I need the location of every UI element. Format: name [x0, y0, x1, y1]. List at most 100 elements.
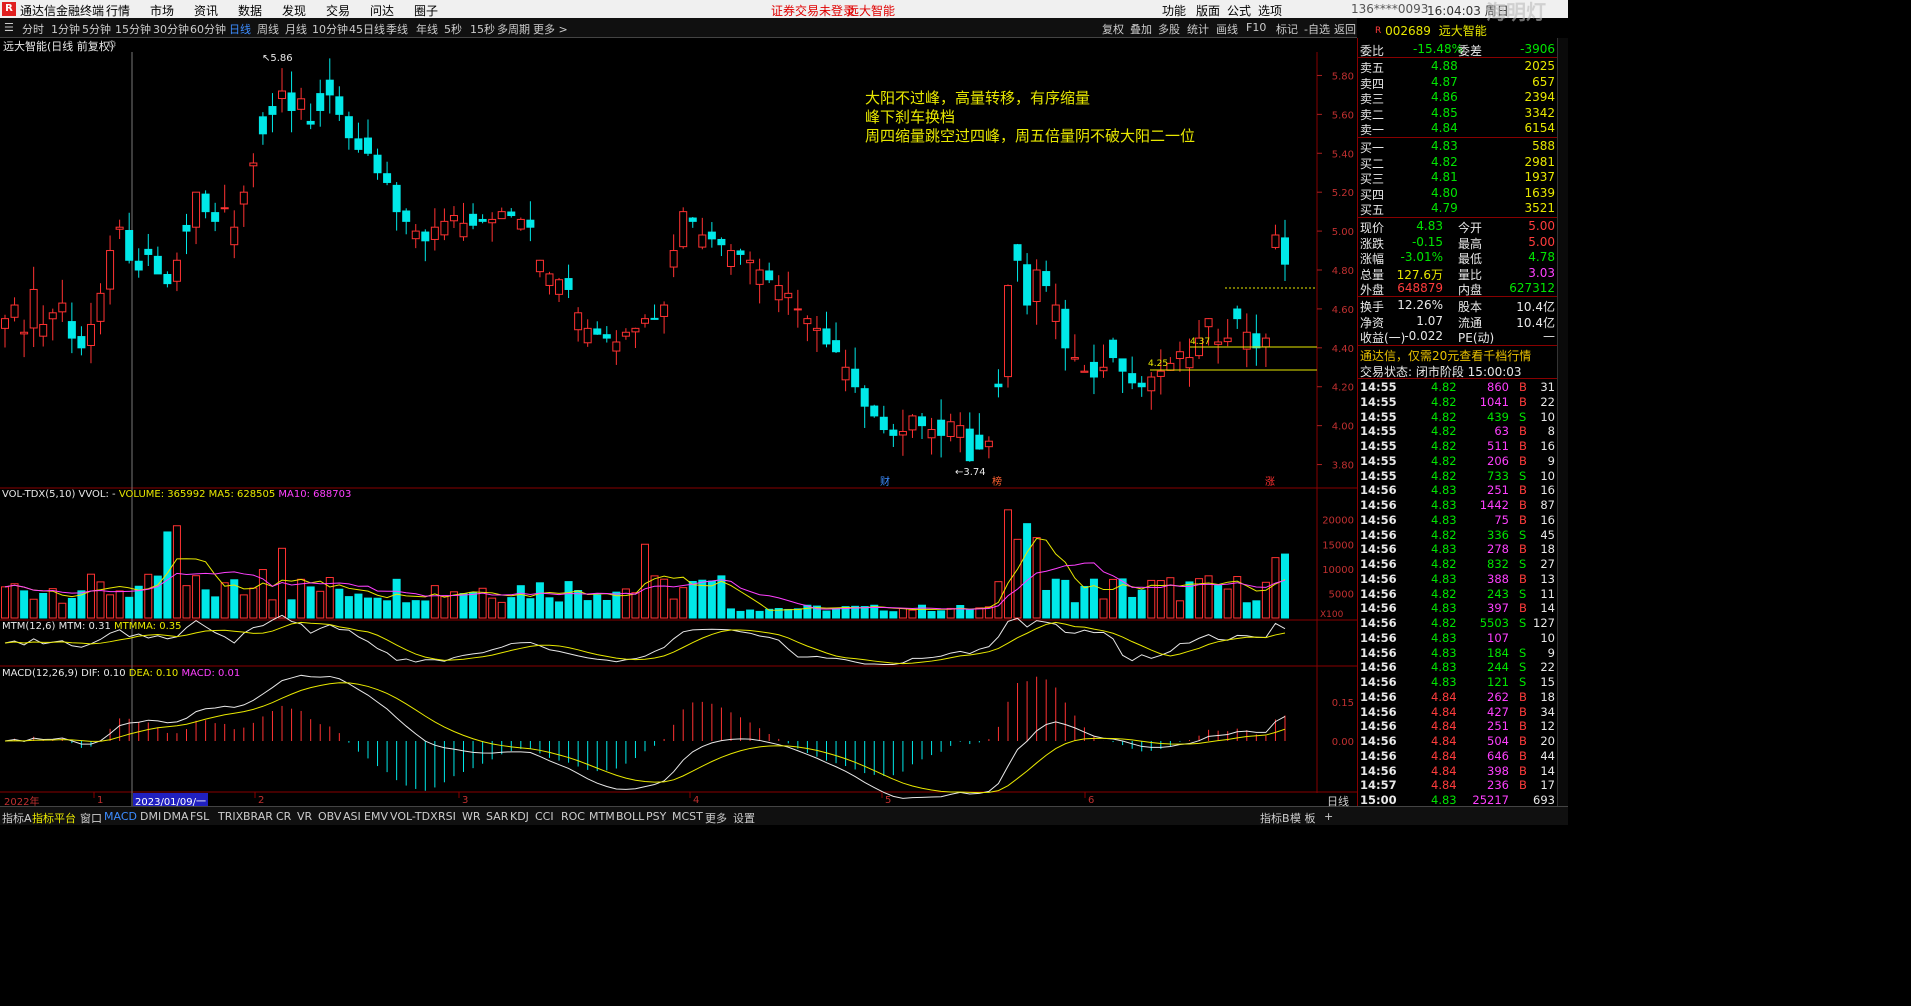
- menu-zixun[interactable]: 资讯: [194, 2, 218, 19]
- period-tab-1[interactable]: 1分钟: [51, 21, 80, 37]
- indicator-tab-11[interactable]: OBV: [318, 810, 341, 823]
- volume-bar: [641, 543, 649, 619]
- tick-count: 22: [1540, 394, 1555, 409]
- indicator-tab-5[interactable]: DMA: [163, 810, 189, 823]
- tool-1[interactable]: 叠加: [1130, 21, 1152, 37]
- period-tab-12[interactable]: 年线: [416, 21, 438, 37]
- indicator-b-tab[interactable]: 指标B: [1260, 810, 1290, 826]
- indicator-tab-17[interactable]: SAR: [486, 810, 508, 823]
- notice-stock-name[interactable]: 远大智能: [847, 2, 895, 19]
- period-tab-11[interactable]: 季线: [386, 21, 408, 37]
- indicator-tab-25[interactable]: 更多: [705, 810, 727, 826]
- tool-4[interactable]: 画线: [1216, 21, 1238, 37]
- ask-row[interactable]: 卖一 4.84 6154: [1359, 121, 1555, 137]
- tick-count: 14: [1540, 763, 1555, 778]
- bid-row[interactable]: 买三 4.81 1937: [1359, 170, 1555, 186]
- indicator-tab-16[interactable]: WR: [462, 810, 481, 823]
- menu-banmian[interactable]: 版面: [1196, 2, 1220, 19]
- indicator-tab-0[interactable]: 指标A: [2, 810, 32, 826]
- chart-area[interactable]: 5.80 5.60 5.40 5.20 5.00 4.80 4.60 4.40 4.20 4.00…: [0, 38, 1357, 806]
- bid-row[interactable]: 买四 4.80 1639: [1359, 186, 1555, 202]
- indicator-tab-12[interactable]: ASI: [343, 810, 361, 823]
- menu-wenda[interactable]: 问达: [370, 2, 394, 19]
- indicator-tab-3[interactable]: MACD: [104, 810, 137, 823]
- vol-volume: VOLUME: 365992: [118, 489, 206, 500]
- menu-hangqing[interactable]: 行情: [106, 2, 130, 19]
- indicator-tab-20[interactable]: ROC: [561, 810, 585, 823]
- period-tab-9[interactable]: 10分钟: [312, 21, 348, 37]
- indicator-tab-21[interactable]: MTM: [589, 810, 615, 823]
- period-tab-10[interactable]: 45日线: [349, 21, 385, 37]
- account-id[interactable]: 136****0093: [1351, 2, 1428, 16]
- indicator-tab-2[interactable]: 窗口: [80, 810, 102, 826]
- tool-7[interactable]: -自选: [1304, 21, 1330, 37]
- indicator-tab-24[interactable]: MCST: [672, 810, 703, 823]
- add-button[interactable]: +: [1324, 810, 1333, 823]
- menu-gongshi[interactable]: 公式: [1227, 2, 1251, 19]
- tick-time: 14:55: [1360, 380, 1397, 394]
- indicator-tab-1[interactable]: 指标平台: [32, 810, 76, 826]
- ask-row[interactable]: 卖五 4.88 2025: [1359, 59, 1555, 75]
- tick-time: 14:56: [1360, 675, 1397, 689]
- tool-5[interactable]: F10: [1246, 21, 1266, 34]
- menu-xuanxiang[interactable]: 选项: [1258, 2, 1282, 19]
- period-tab-4[interactable]: 30分钟: [153, 21, 189, 37]
- indicator-tab-9[interactable]: CR: [276, 810, 291, 823]
- period-tab-14[interactable]: 15秒: [470, 21, 495, 37]
- menu-jiaoyi[interactable]: 交易: [326, 2, 350, 19]
- period-tab-2[interactable]: 5分钟: [82, 21, 111, 37]
- tool-8[interactable]: 返回: [1334, 21, 1356, 37]
- ask-row[interactable]: 卖四 4.87 657: [1359, 74, 1555, 91]
- indicator-tab-7[interactable]: TRIX: [218, 810, 243, 823]
- indicator-tab-10[interactable]: VR: [297, 810, 312, 823]
- tool-0[interactable]: 复权: [1102, 21, 1124, 37]
- menu-quanzi[interactable]: 圈子: [414, 2, 438, 19]
- period-tab-13[interactable]: 5秒: [444, 21, 462, 37]
- indicator-tab-23[interactable]: PSY: [646, 810, 666, 823]
- indicator-tab-26[interactable]: 设置: [733, 810, 755, 826]
- period-tab-16[interactable]: 更多 >: [533, 21, 568, 37]
- tool-6[interactable]: 标记: [1276, 21, 1298, 37]
- volume-bar: [1204, 575, 1213, 619]
- indicator-tab-13[interactable]: EMV: [364, 810, 388, 823]
- vol-unit-label: X100: [1320, 610, 1344, 620]
- indicator-tab-6[interactable]: FSL: [190, 810, 209, 823]
- indicator-tab-4[interactable]: DMI: [140, 810, 161, 823]
- menu-toggle-icon[interactable]: ☰: [4, 21, 14, 34]
- period-tab-7[interactable]: 周线: [257, 21, 279, 37]
- ask-row[interactable]: 卖二 4.85 3342: [1359, 106, 1555, 122]
- indicator-tab-19[interactable]: CCI: [535, 810, 554, 823]
- ad-banner[interactable]: 通达信，仅需20元查看千档行情: [1360, 347, 1531, 364]
- indicator-tab-22[interactable]: BOLL: [616, 810, 644, 823]
- trade-login-notice[interactable]: 证券交易未登录: [771, 2, 855, 19]
- period-tab-5[interactable]: 60分钟: [190, 21, 226, 37]
- menu-shichang[interactable]: 市场: [150, 2, 174, 19]
- indicator-tab-18[interactable]: KDJ: [510, 810, 529, 823]
- indicator-tab-15[interactable]: RSI: [438, 810, 456, 823]
- candle-body: [48, 312, 57, 320]
- tool-3[interactable]: 统计: [1187, 21, 1209, 37]
- bid-row[interactable]: 买一 4.83 588: [1359, 139, 1555, 155]
- bid-row[interactable]: 买五 4.79 3521: [1359, 201, 1555, 217]
- menu-faxian[interactable]: 发现: [282, 2, 306, 19]
- month-label: 5: [885, 795, 891, 806]
- indicator-tab-8[interactable]: BRAR: [243, 810, 273, 823]
- kline-chart[interactable]: 5.80 5.60 5.40 5.20 5.00 4.80 4.60 4.40 4.20 4.00…: [0, 38, 1357, 806]
- tool-2[interactable]: 多股: [1158, 21, 1180, 37]
- ask-volume: 657: [1532, 74, 1555, 89]
- period-tab-15[interactable]: 多周期: [497, 21, 530, 37]
- settings-icon[interactable]: ⚙: [107, 38, 117, 51]
- period-tab-0[interactable]: 分时: [22, 21, 44, 37]
- indicator-tab-14[interactable]: VOL-TDX: [390, 810, 438, 823]
- period-tab-8[interactable]: 月线: [285, 21, 307, 37]
- candle-body: [1023, 264, 1032, 306]
- volume-bar: [392, 578, 401, 619]
- period-tab-6[interactable]: 日线: [229, 21, 251, 37]
- period-tab-3[interactable]: 15分钟: [115, 21, 151, 37]
- template-tab[interactable]: 模 板: [1290, 810, 1316, 826]
- menu-gongneng[interactable]: 功能: [1162, 2, 1186, 19]
- tick-volume: 107: [1487, 630, 1509, 645]
- ask-row[interactable]: 卖三 4.86 2394: [1359, 90, 1555, 106]
- bid-row[interactable]: 买二 4.82 2981: [1359, 155, 1555, 171]
- menu-shuju[interactable]: 数据: [238, 2, 262, 19]
